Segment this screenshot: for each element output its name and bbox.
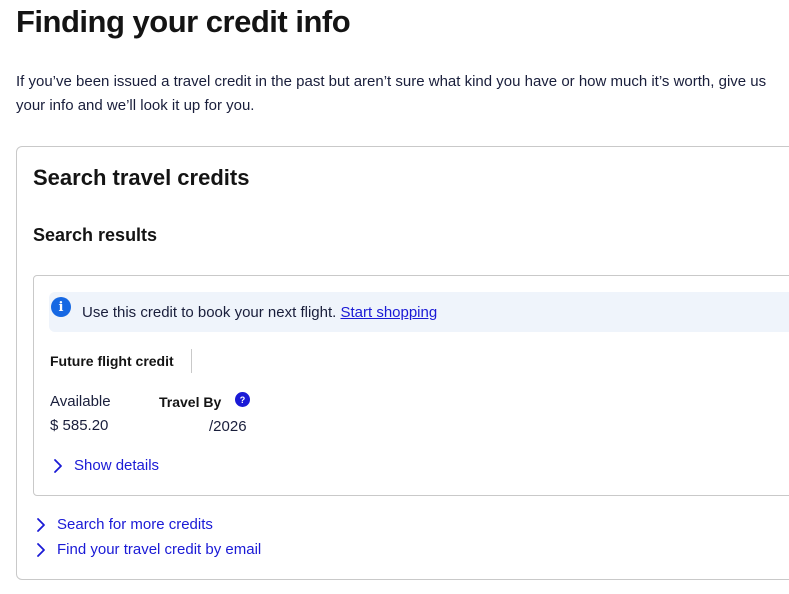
chevron-right-icon	[37, 517, 45, 532]
travel-by-label: Travel By	[159, 394, 222, 410]
page: Finding your credit info If you’ve been …	[0, 0, 789, 594]
available-amount: $ 585.20	[50, 417, 109, 434]
search-credits-card: Search travel credits Search results i U…	[16, 146, 789, 580]
help-icon[interactable]: ?	[235, 392, 250, 407]
available-label: Available	[50, 393, 111, 410]
find-credit-by-email-link[interactable]: Find your travel credit by email	[33, 541, 261, 558]
banner-text: Use this credit to book your next flight…	[82, 304, 437, 321]
start-shopping-link[interactable]: Start shopping	[340, 304, 437, 321]
credit-type: Future flight credit	[50, 353, 174, 369]
divider	[191, 349, 192, 373]
chevron-right-icon	[54, 458, 62, 473]
show-details-link[interactable]: Show details	[50, 457, 159, 474]
info-icon: i	[51, 297, 71, 317]
credit-result: i Use this credit to book your next flig…	[33, 275, 789, 496]
search-more-credits-label: Search for more credits	[57, 516, 213, 533]
find-credit-by-email-label: Find your travel credit by email	[57, 541, 262, 558]
results-title: Search results	[33, 225, 158, 245]
travel-by-date: /2026	[209, 418, 247, 435]
card-title: Search travel credits	[33, 165, 250, 190]
banner-message: Use this credit to book your next flight…	[82, 304, 337, 321]
intro-text: If you’ve been issued a travel credit in…	[16, 73, 767, 114]
page-title: Finding your credit info	[16, 4, 351, 39]
search-more-credits-link[interactable]: Search for more credits	[33, 516, 213, 533]
chevron-right-icon	[37, 542, 45, 557]
show-details-label: Show details	[74, 457, 160, 474]
info-banner: i Use this credit to book your next flig…	[49, 292, 789, 332]
